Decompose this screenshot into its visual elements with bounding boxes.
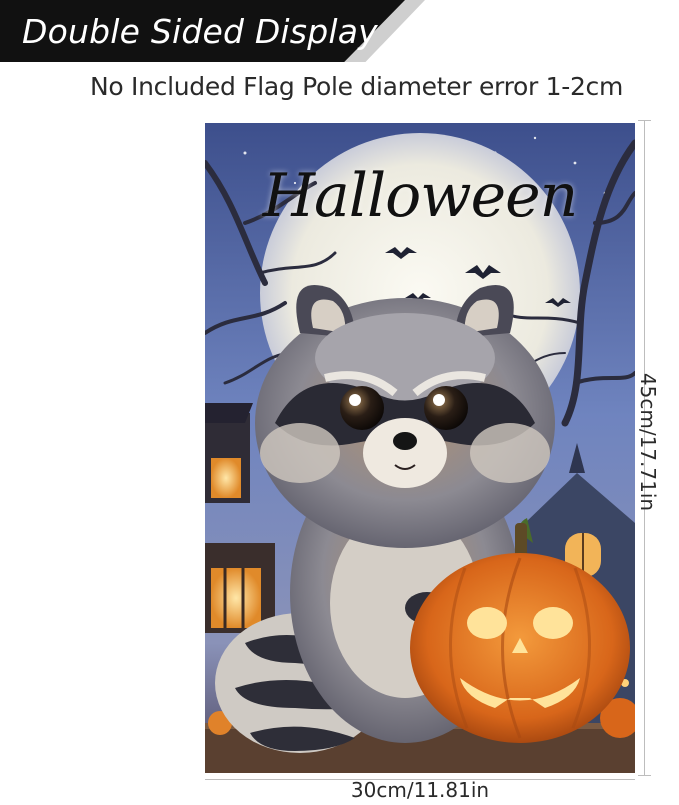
flag-title: Halloween — [262, 161, 579, 231]
banner-title: Double Sided Display — [22, 12, 378, 51]
subtitle: No Included Flag Pole diameter error 1-2… — [90, 72, 624, 101]
flag-image: Halloween — [205, 123, 635, 773]
height-dimension-label: 45cm/17.71in — [636, 372, 660, 512]
width-dimension-label: 30cm/11.81in — [350, 778, 490, 802]
left-eye — [340, 386, 384, 430]
right-eye — [424, 386, 468, 430]
height-dimension-cap-bottom — [638, 775, 651, 776]
